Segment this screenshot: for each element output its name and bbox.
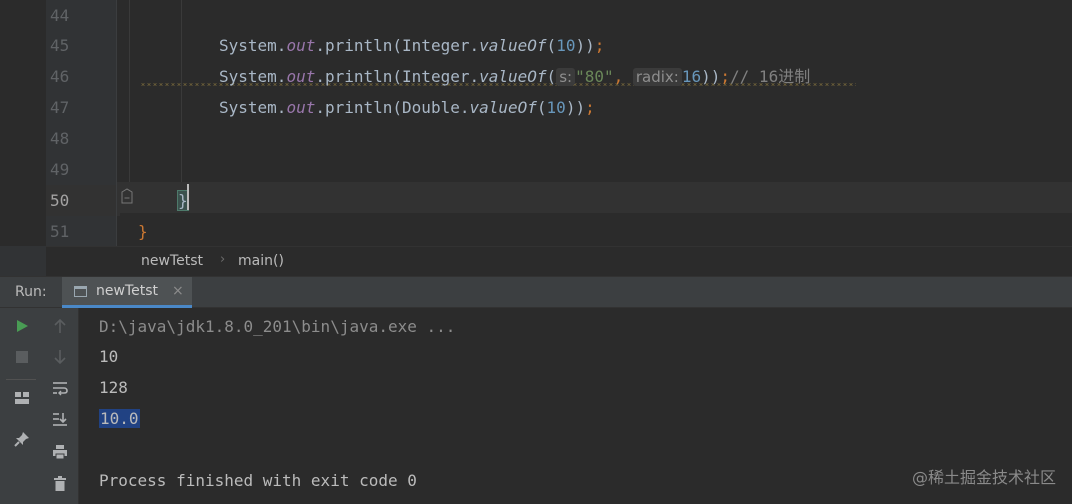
code-editor[interactable]: 44 45 46 47 48 49 50 51 System.out.print… [0,0,1072,246]
code-line-45[interactable]: System.out.println(Integer.valueOf(10)); [219,30,604,61]
run-tab[interactable]: newTetst × [62,277,192,308]
run-label: Run: [15,284,47,300]
play-icon [17,320,28,332]
arrow-up-icon [54,318,66,333]
code-token-number: 16 [681,67,702,86]
printer-icon [53,445,67,460]
pin-icon [14,432,29,447]
indent-guide [129,0,130,182]
console-line: 10 [99,347,119,366]
down-button[interactable] [50,347,70,367]
selected-text: 10.0 [99,409,140,428]
code-token-semicolon: ; [720,67,731,86]
line-number: 47 [50,98,70,117]
code-token-semicolon: ; [594,36,605,55]
breadcrumb-class[interactable]: newTetst [141,253,203,269]
soft-wrap-button[interactable] [50,378,70,398]
parameter-hint-s: s: [556,68,576,86]
code-token-semicolon: ; [585,98,595,117]
code-line-51[interactable]: } [138,216,148,246]
code-token: ( [546,36,557,55]
code-token-number: 10 [546,98,566,117]
run-panel-header: Run: newTetst × [0,276,1072,308]
console-line-command[interactable]: D:\java\jdk1.8.0_201\bin\java.exe ... [99,311,455,342]
code-token-method: valueOf [479,36,547,55]
breadcrumb: newTetst › main() [46,246,1072,277]
code-line-46[interactable]: System.out.println(Integer.valueOf(s: "80… [219,61,810,92]
breadcrumb-separator: › [220,252,226,267]
run-toolbar-secondary [42,308,79,504]
code-token: )) [575,36,595,55]
current-line-highlight [116,182,1072,213]
code-token-method: valueOf [479,67,547,86]
line-number-gutter: 44 45 46 47 48 49 50 51 [46,0,120,246]
code-token: )) [565,98,586,117]
code-token-field: out [286,36,316,55]
line-number: 49 [50,160,70,179]
run-toolbar-primary [0,308,43,504]
code-token: ( [546,67,557,86]
toolbar-divider [6,379,36,380]
fold-separator [116,0,117,246]
line-number: 51 [50,222,70,241]
clear-all-button[interactable] [50,474,70,494]
console-line-exit: Process finished with exit code 0 [99,471,417,490]
stop-icon [16,351,28,363]
up-button[interactable] [50,316,70,336]
code-token-field: out [286,98,316,117]
print-button[interactable] [50,442,70,462]
close-icon[interactable]: × [172,283,184,299]
code-token-number: 10 [556,36,576,55]
restore-layout-button[interactable] [12,388,32,408]
soft-wrap-icon [53,382,68,396]
indent-guide [181,0,182,182]
line-number: 46 [50,67,70,86]
code-token: ( [536,98,547,117]
code-comment: // 16进制 [730,67,811,86]
code-token-string: "80" [575,67,614,86]
rerun-button[interactable] [12,316,32,336]
pin-tab-button[interactable] [12,429,32,449]
console-line: 128 [99,378,128,397]
line-number: 50 [46,185,120,216]
console-window-icon [74,286,87,297]
layout-icon [15,392,29,404]
code-token: .println(Integer. [315,36,480,55]
code-token: )) [701,67,721,86]
stop-button[interactable] [12,347,32,367]
fold-icon[interactable] [120,188,134,206]
code-token: System. [219,67,287,86]
code-token-comma: , [613,67,624,86]
code-token-field: out [286,67,316,86]
watermark: @稀土掘金技术社区 [911,468,1056,487]
code-token: .println(Double. [315,98,470,117]
breadcrumb-method[interactable]: main() [238,253,284,269]
trash-icon [54,476,66,491]
scroll-to-end-button[interactable] [50,409,70,429]
console-line-selected: 10.0 [99,403,140,434]
code-token: System. [219,98,287,117]
code-token-method: valueOf [469,98,537,117]
scroll-to-end-icon [53,413,67,426]
text-caret [187,184,189,210]
closing-brace: } [138,222,148,241]
run-tab-label: newTetst [96,283,158,299]
code-token: System. [219,36,287,55]
line-number: 45 [50,36,70,55]
line-number: 44 [50,6,70,25]
parameter-hint-radix: radix: [632,68,682,86]
code-token: .println(Integer. [315,67,480,86]
line-number: 48 [50,129,70,148]
arrow-down-icon [54,350,66,365]
code-line-47[interactable]: System.out.println(Double.valueOf(10)); [219,92,595,123]
